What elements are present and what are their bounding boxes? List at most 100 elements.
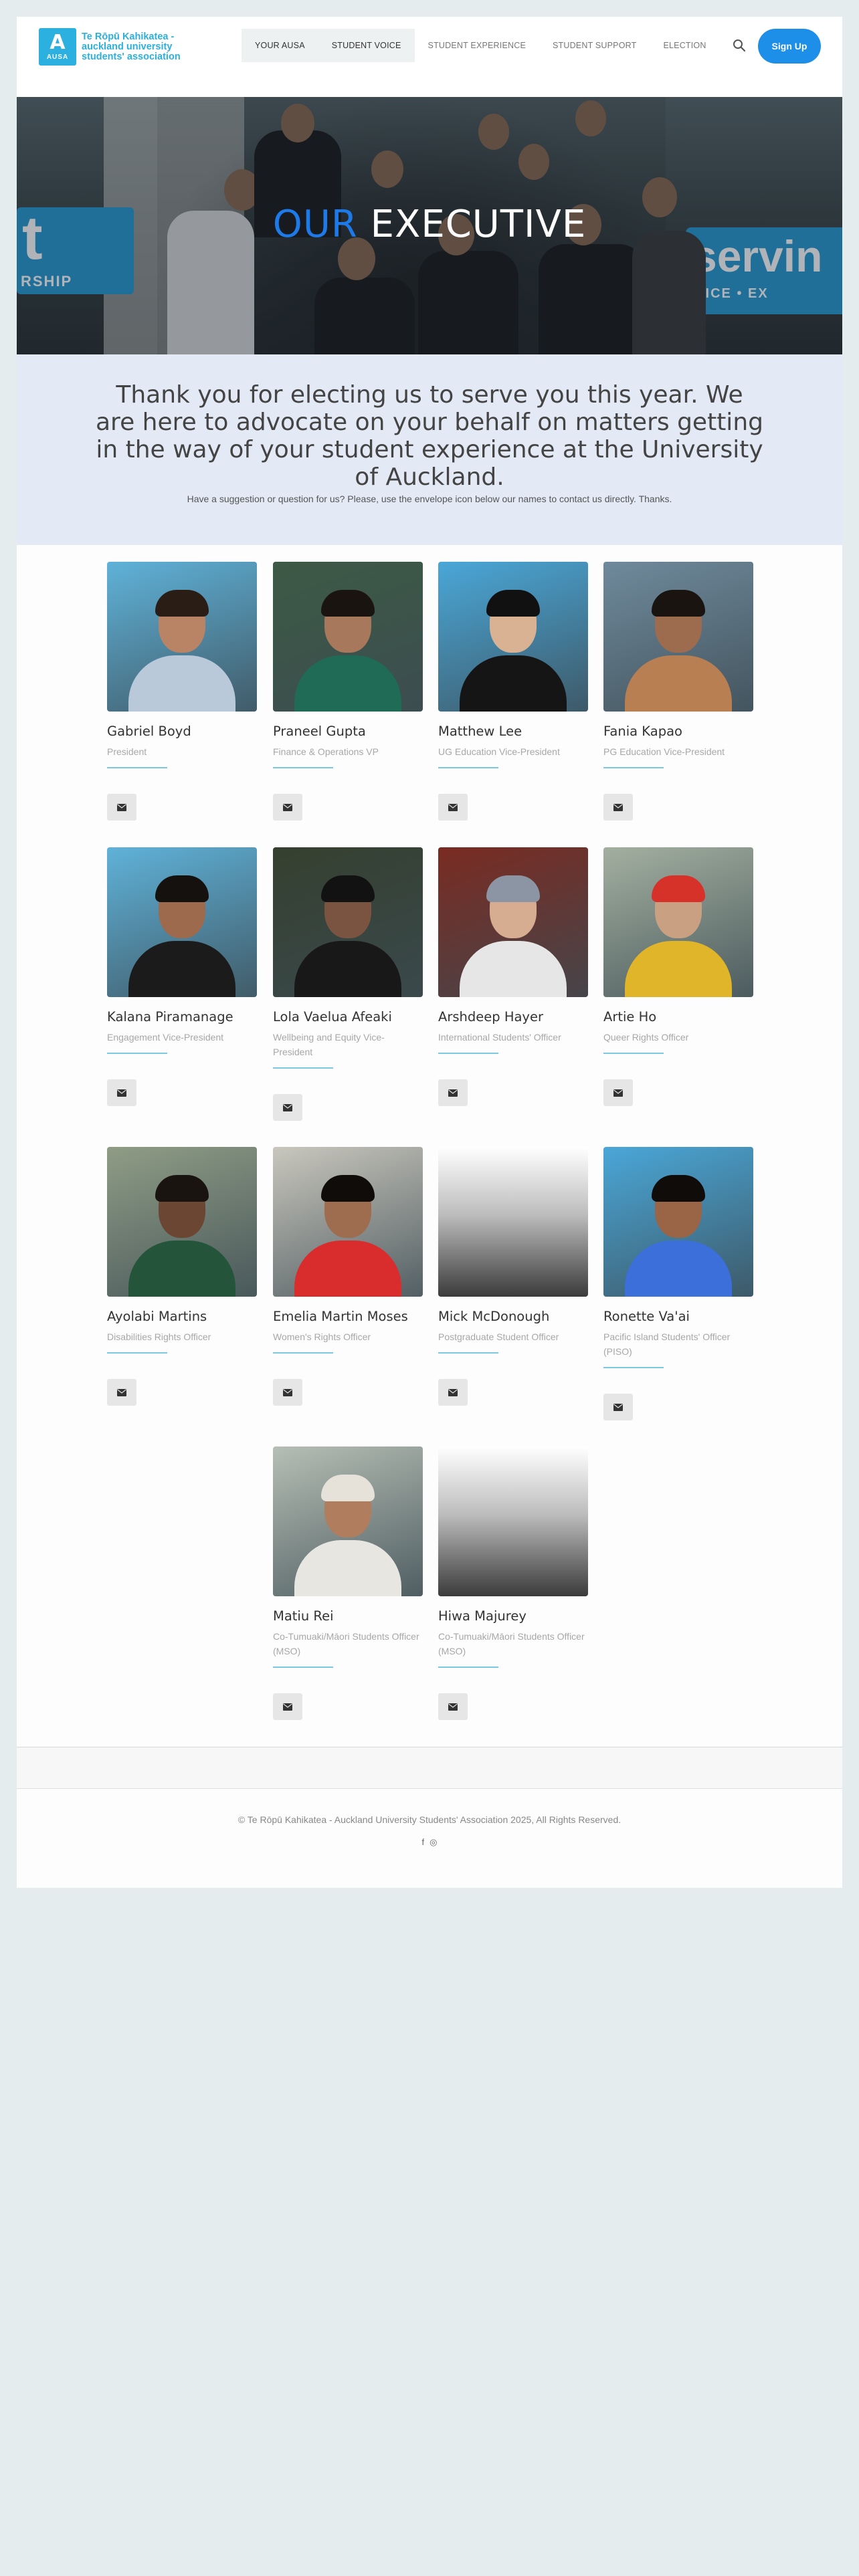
nav-item-student-experience[interactable]: STUDENT EXPERIENCE xyxy=(415,29,539,62)
member-card: Artie Ho Queer Rights Officer xyxy=(603,847,753,1106)
member-role: Disabilities Rights Officer xyxy=(107,1331,211,1342)
member-role: Co-Tumuaki/Māori Students Officer (MSO) xyxy=(273,1631,419,1656)
contact-email-button[interactable] xyxy=(603,794,633,821)
member-name: Fania Kapao xyxy=(603,724,682,739)
hero-banner: t RSHIP servin OICE • EX OUR EXECUTIVE xyxy=(17,97,842,354)
contact-email-button[interactable] xyxy=(273,1693,302,1720)
member-divider xyxy=(107,767,167,768)
member-photo xyxy=(273,1147,423,1297)
member-card: Kalana Piramanage Engagement Vice-Preside… xyxy=(107,847,257,1106)
contact-email-button[interactable] xyxy=(107,794,136,821)
envelope-icon xyxy=(283,1388,292,1396)
member-photo xyxy=(273,1446,423,1596)
member-role: Co-Tumuaki/Māori Students Officer (MSO) xyxy=(438,1631,585,1656)
logo-badge-text: AUSA xyxy=(46,53,69,61)
envelope-icon xyxy=(283,803,292,811)
member-name: Mick McDonough xyxy=(438,1309,550,1324)
ausa-logo[interactable]: A AUSA Te Rōpū Kahikatea - auckland univ… xyxy=(39,28,181,66)
envelope-icon xyxy=(117,1089,126,1097)
envelope-icon xyxy=(283,1103,292,1111)
member-photo-background xyxy=(438,1147,588,1297)
sign-up-button[interactable]: Sign Up xyxy=(758,29,821,64)
instagram-icon[interactable]: ◎ xyxy=(430,1837,437,1848)
nav-item-student-support[interactable]: STUDENT SUPPORT xyxy=(539,29,650,62)
member-name: Ayolabi Martins xyxy=(107,1309,207,1324)
member-divider xyxy=(438,1667,498,1668)
member-photo-placeholder xyxy=(438,1446,588,1596)
member-role: PG Education Vice-President xyxy=(603,746,725,757)
page-title: OUR EXECUTIVE xyxy=(17,203,842,246)
contact-email-button[interactable] xyxy=(273,1379,302,1406)
contact-email-button[interactable] xyxy=(273,794,302,821)
member-name: Artie Ho xyxy=(603,1009,657,1025)
member-card: Ayolabi Martins Disabilities Rights Offic… xyxy=(107,1147,257,1406)
member-card: Arshdeep Hayer International Students' Of… xyxy=(438,847,588,1106)
contact-email-button[interactable] xyxy=(438,1379,468,1406)
nav-item-election[interactable]: ELECTION xyxy=(650,29,719,62)
member-name: Matthew Lee xyxy=(438,724,522,739)
member-card: Gabriel Boyd President xyxy=(107,562,257,821)
contact-email-button[interactable] xyxy=(107,1379,136,1406)
member-role: Pacific Island Students' Officer (PISO) xyxy=(603,1331,731,1357)
member-role: Postgraduate Student Officer xyxy=(438,1331,559,1342)
contact-email-button[interactable] xyxy=(273,1094,302,1121)
intro-subtext: Have a suggestion or question for us? Pl… xyxy=(187,494,672,504)
envelope-icon xyxy=(448,1388,458,1396)
envelope-icon xyxy=(613,803,623,811)
member-card: Praneel Gupta Finance & Operations VP xyxy=(273,562,423,821)
member-name: Gabriel Boyd xyxy=(107,724,191,739)
search-icon[interactable] xyxy=(732,38,747,53)
member-name: Hiwa Majurey xyxy=(438,1608,527,1624)
member-photo xyxy=(107,1147,257,1297)
member-divider xyxy=(603,1053,664,1054)
envelope-icon xyxy=(117,803,126,811)
member-card: Emelia Martin Moses Women's Rights Office… xyxy=(273,1147,423,1406)
member-card: Fania Kapao PG Education Vice-President xyxy=(603,562,753,821)
member-name: Emelia Martin Moses xyxy=(273,1309,408,1324)
nav-item-student-voice[interactable]: STUDENT VOICE xyxy=(318,29,415,62)
contact-email-button[interactable] xyxy=(107,1079,136,1106)
contact-email-button[interactable] xyxy=(438,1693,468,1720)
logo-text-line: auckland university xyxy=(82,41,173,52)
member-photo xyxy=(438,562,588,712)
member-role: Women's Rights Officer xyxy=(273,1331,371,1342)
member-card: Mick McDonough Postgraduate Student Offic… xyxy=(438,1147,588,1406)
contact-email-button[interactable] xyxy=(438,1079,468,1106)
member-photo xyxy=(438,847,588,997)
member-divider xyxy=(273,1067,333,1069)
member-name: Matiu Rei xyxy=(273,1608,334,1624)
member-divider xyxy=(438,1352,498,1354)
main-nav: YOUR AUSA STUDENT VOICE STUDENT EXPERIEN… xyxy=(242,29,720,62)
member-card: Hiwa Majurey Co-Tumuaki/Māori Students Of… xyxy=(438,1446,588,1720)
envelope-icon xyxy=(448,1703,458,1711)
page-title-rest: EXECUTIVE xyxy=(370,203,587,246)
member-role: Finance & Operations VP xyxy=(273,746,379,757)
member-name: Praneel Gupta xyxy=(273,724,366,739)
member-card: Lola Vaelua Afeaki Wellbeing and Equity V… xyxy=(273,847,423,1121)
contact-email-button[interactable] xyxy=(603,1079,633,1106)
member-card: Ronette Va'ai Pacific Island Students' Of… xyxy=(603,1147,753,1420)
page-title-highlight: OUR xyxy=(272,203,358,246)
member-card: Matthew Lee UG Education Vice-President xyxy=(438,562,588,821)
member-photo-placeholder xyxy=(438,1147,588,1297)
member-photo xyxy=(107,562,257,712)
envelope-icon xyxy=(613,1089,623,1097)
facebook-icon[interactable]: f xyxy=(422,1837,425,1848)
page-container: A AUSA Te Rōpū Kahikatea - auckland univ… xyxy=(17,17,842,1888)
member-role: International Students' Officer xyxy=(438,1032,561,1043)
member-name: Lola Vaelua Afeaki xyxy=(273,1009,392,1025)
member-divider xyxy=(273,1352,333,1354)
member-photo xyxy=(603,1147,753,1297)
intro-section: Thank you for electing us to serve you t… xyxy=(17,354,842,545)
member-divider xyxy=(603,1367,664,1368)
contact-email-button[interactable] xyxy=(438,794,468,821)
member-divider xyxy=(273,767,333,768)
member-divider xyxy=(273,1667,333,1668)
nav-item-your-ausa[interactable]: YOUR AUSA xyxy=(242,29,318,62)
member-photo xyxy=(273,847,423,997)
member-role: Queer Rights Officer xyxy=(603,1032,689,1043)
member-role: President xyxy=(107,746,147,757)
contact-email-button[interactable] xyxy=(603,1394,633,1420)
member-role: Engagement Vice-President xyxy=(107,1032,224,1043)
site-header: A AUSA Te Rōpū Kahikatea - auckland univ… xyxy=(17,17,842,97)
